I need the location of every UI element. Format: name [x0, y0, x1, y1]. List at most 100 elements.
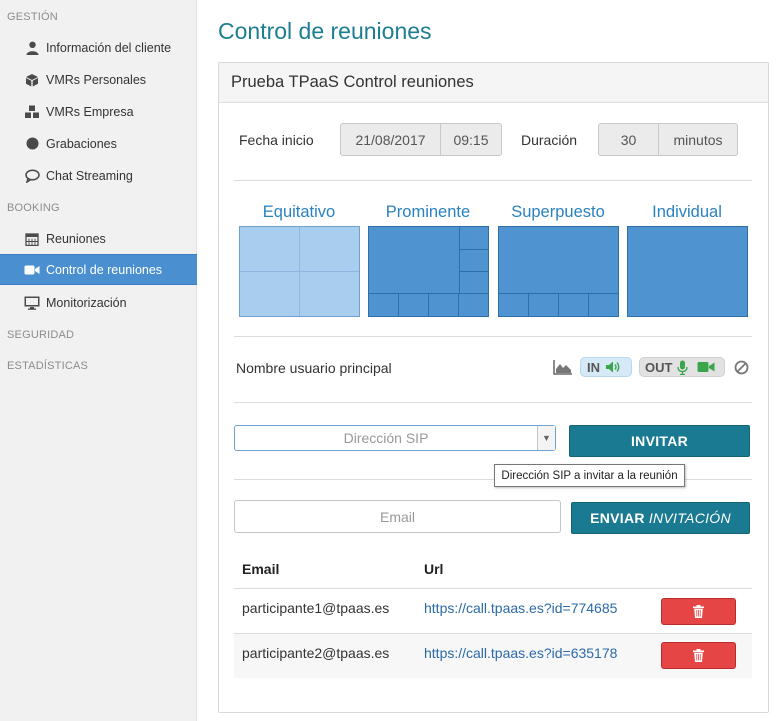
layout-superpuesto-label: Superpuesto [511, 203, 605, 221]
speaker-icon [605, 360, 622, 374]
email-placeholder: Email [379, 508, 415, 525]
hora-inicio-value[interactable]: 09:15 [440, 124, 501, 155]
sip-tooltip-text: Dirección SIP a invitar a la reunión [501, 469, 678, 482]
layout-cell [240, 271, 300, 316]
table-header-url: Url [424, 561, 444, 577]
layout-prominente-label: Prominente [385, 203, 471, 221]
chart-area-icon[interactable] [553, 359, 573, 380]
send-invitation-label: ENVIAR [590, 510, 645, 526]
sidebar-item-chat-streaming[interactable]: Chat Streaming [0, 160, 197, 191]
divider [234, 180, 752, 181]
sidebar-item-label: Monitorización [46, 295, 127, 310]
microphone-icon [677, 360, 689, 375]
audio-out-toggle[interactable]: OUT [639, 357, 725, 377]
layout-cell [588, 293, 618, 316]
fecha-inicio-group: 21/08/2017 09:15 [340, 123, 502, 156]
panel-title: Prueba TPaaS Control reuniones [231, 73, 474, 91]
table-header-email: Email [242, 561, 280, 577]
sidebar-item-label: Grabaciones [46, 136, 117, 151]
sidebar-item-label: VMRs Empresa [46, 104, 134, 119]
panel-header: Prueba TPaaS Control reuniones [219, 63, 768, 103]
video-camera-icon [24, 262, 40, 278]
layout-superpuesto[interactable] [498, 226, 619, 317]
sidebar-item-label: Chat Streaming [46, 168, 133, 183]
audio-out-label: OUT [645, 359, 673, 375]
monitor-icon [24, 295, 40, 311]
sidebar-item-control-reuniones[interactable]: Control de reuniones [0, 254, 197, 285]
sidebar-section-estadisticas[interactable]: ESTADÍSTICAS [7, 360, 88, 372]
layout-cell [428, 293, 459, 316]
send-invitation-label-italic: INVITACIÓN [648, 510, 731, 526]
main-user-label: Nombre usuario principal [236, 360, 392, 376]
layout-cell [459, 249, 488, 272]
sidebar-item-monitorizacion[interactable]: Monitorización [0, 287, 197, 318]
page-title: Control de reuniones [218, 18, 432, 44]
layout-cell [528, 293, 559, 316]
sip-address-placeholder: Dirección SIP [343, 430, 429, 446]
invite-button[interactable]: INVITAR [569, 425, 750, 457]
sip-address-select[interactable]: Dirección SIP ▼ [234, 425, 556, 451]
send-invitation-button[interactable]: ENVIAR INVITACIÓN [571, 502, 750, 534]
trash-icon [693, 605, 704, 618]
table-cell-url[interactable]: https://call.tpaas.es?id=774685 [424, 600, 617, 616]
layout-cell [240, 227, 300, 272]
table-cell-email: participante1@tpaas.es [242, 600, 390, 616]
layout-cell [398, 293, 429, 316]
sidebar-item-vmrs-personales[interactable]: VMRs Personales [0, 64, 197, 95]
layout-cell [499, 293, 529, 316]
table-row: participante2@tpaas.es https://call.tpaa… [234, 633, 752, 678]
fecha-inicio-value[interactable]: 21/08/2017 [341, 124, 440, 155]
caret-down-icon[interactable]: ▼ [537, 426, 555, 450]
layout-cell [459, 271, 488, 294]
sidebar: GESTIÓN Información del cliente VMRs Per… [0, 0, 197, 721]
layout-cell [558, 293, 589, 316]
layout-cell [369, 293, 399, 316]
sidebar-item-reuniones[interactable]: Reuniones [0, 223, 197, 254]
duracion-group: 30 minutos [598, 123, 738, 156]
block-icon[interactable] [734, 360, 749, 380]
duracion-unit: minutos [658, 124, 737, 155]
sidebar-section-gestion: GESTIÓN [7, 11, 58, 23]
sidebar-item-label: VMRs Personales [46, 72, 147, 87]
cube-icon [24, 72, 40, 88]
sidebar-section-seguridad[interactable]: SEGURIDAD [7, 329, 74, 341]
divider [234, 402, 752, 403]
trash-icon [693, 649, 704, 662]
video-camera-icon [697, 361, 715, 373]
delete-button[interactable] [661, 598, 736, 625]
layout-cell [458, 293, 488, 316]
meeting-panel: Prueba TPaaS Control reuniones Fecha ini… [218, 62, 769, 713]
table-cell-email: participante2@tpaas.es [242, 645, 390, 661]
divider [234, 336, 752, 337]
layout-equitativo[interactable] [239, 226, 360, 317]
sidebar-item-label: Control de reuniones [46, 262, 163, 277]
calendar-icon [24, 231, 40, 247]
sidebar-item-label: Reuniones [46, 231, 106, 246]
fecha-inicio-label: Fecha inicio [239, 132, 314, 148]
sip-tooltip: Dirección SIP a invitar a la reunión [494, 464, 685, 487]
email-input[interactable]: Email [234, 500, 561, 533]
duracion-value[interactable]: 30 [599, 124, 658, 155]
layout-prominente[interactable] [368, 226, 489, 317]
layout-individual[interactable] [627, 226, 748, 317]
sidebar-item-label: Información del cliente [46, 40, 172, 55]
table-cell-url[interactable]: https://call.tpaas.es?id=635178 [424, 645, 617, 661]
table-row: participante1@tpaas.es https://call.tpaa… [234, 588, 752, 633]
audio-in-toggle[interactable]: IN [580, 357, 632, 377]
layout-individual-label: Individual [652, 203, 722, 221]
sidebar-item-informacion-cliente[interactable]: Información del cliente [0, 32, 197, 63]
invite-button-label: INVITAR [630, 433, 689, 449]
user-icon [24, 40, 40, 56]
duracion-label: Duración [521, 132, 578, 148]
chat-icon [24, 168, 40, 184]
sidebar-section-booking: BOOKING [7, 202, 60, 214]
cubes-icon [24, 104, 40, 120]
delete-button[interactable] [661, 642, 736, 669]
circle-icon [24, 136, 40, 152]
layout-cell [299, 227, 359, 272]
layout-cell [459, 227, 488, 250]
sidebar-item-grabaciones[interactable]: Grabaciones [0, 128, 197, 159]
audio-in-label: IN [587, 359, 600, 375]
sidebar-item-vmrs-empresa[interactable]: VMRs Empresa [0, 96, 197, 127]
layout-equitativo-label: Equitativo [262, 203, 336, 221]
